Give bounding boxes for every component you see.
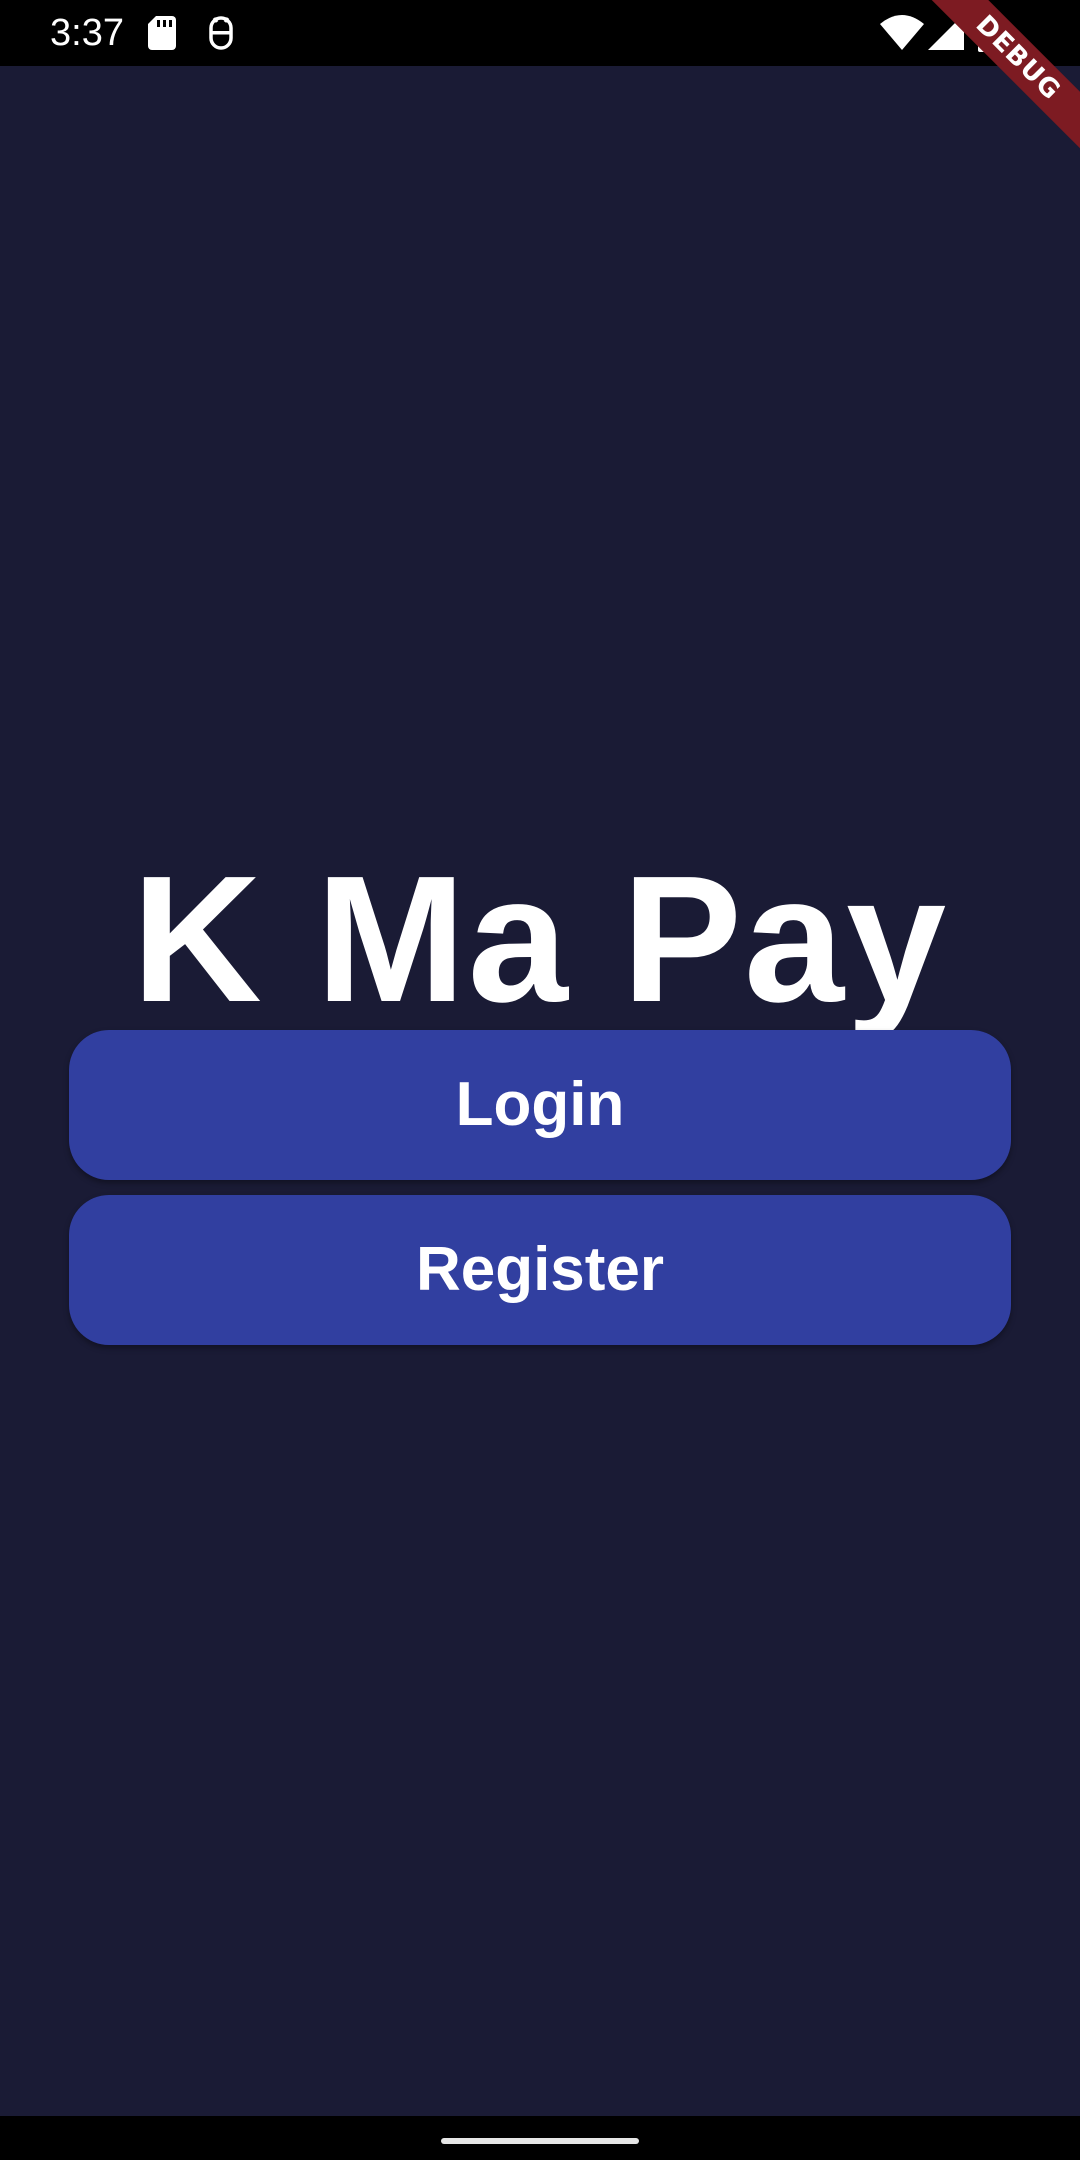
app-screen: 3:37 DEBUG K Ma Pay Login Register	[0, 0, 1080, 2160]
status-time: 3:37	[50, 12, 124, 54]
app-title: K Ma Pay	[131, 839, 949, 1040]
debug-bug-icon	[209, 16, 233, 50]
home-gesture-handle[interactable]	[441, 2138, 639, 2144]
status-bar: 3:37	[0, 0, 1080, 66]
login-button[interactable]: Login	[69, 1030, 1011, 1180]
navigation-bar	[0, 2116, 1080, 2160]
battery-icon	[978, 12, 1000, 52]
cell-signal-icon	[928, 14, 964, 50]
register-button[interactable]: Register	[69, 1195, 1011, 1345]
sd-card-icon	[148, 16, 176, 50]
wifi-icon	[880, 15, 924, 50]
